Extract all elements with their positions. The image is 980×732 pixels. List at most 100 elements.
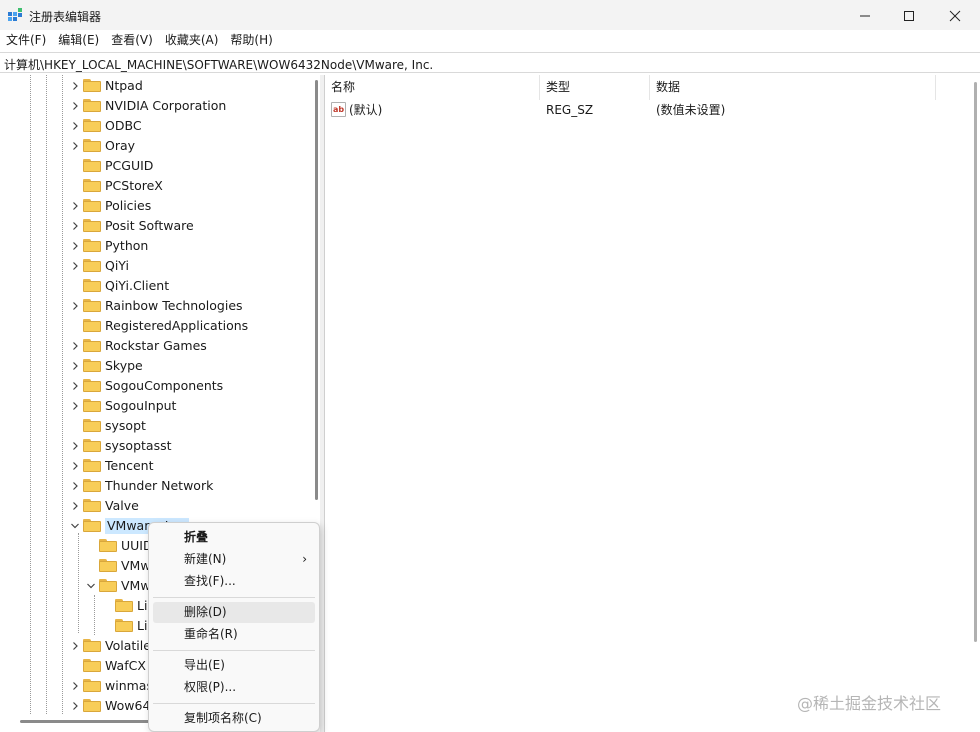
context-menu-item-label: 查找(F)... [184, 574, 236, 588]
menu-favorites[interactable]: 收藏夹(A) [159, 30, 225, 51]
folder-icon [83, 259, 101, 272]
folder-icon [83, 79, 101, 92]
address-path[interactable]: 计算机\HKEY_LOCAL_MACHINE\SOFTWARE\WOW6432N… [4, 56, 433, 73]
chevron-right-icon[interactable] [70, 78, 80, 94]
tree-item-label: RegisteredApplications [105, 318, 249, 333]
tree-item[interactable]: sysoptasst [0, 436, 300, 456]
tree-item[interactable]: SogouInput [0, 396, 300, 416]
value-data: (数值未设置) [656, 103, 726, 117]
chevron-right-icon[interactable] [70, 478, 80, 494]
folder-icon [83, 499, 101, 512]
tree-item[interactable]: QiYi [0, 256, 300, 276]
title-bar: 注册表编辑器 [0, 0, 980, 32]
tree-item-label: Posit Software [105, 218, 194, 233]
tree-item[interactable]: Thunder Network [0, 476, 300, 496]
value-type: REG_SZ [546, 103, 594, 117]
tree-item[interactable]: NVIDIA Corporation [0, 96, 300, 116]
tree-item[interactable]: Python [0, 236, 300, 256]
column-header-name[interactable]: 名称 [325, 75, 540, 100]
value-list[interactable]: 名称 类型 数据 ab (默认) REG_SZ (数值未设置) [324, 75, 980, 732]
chevron-right-icon[interactable] [70, 498, 80, 514]
tree-item[interactable]: ODBC [0, 116, 300, 136]
chevron-right-icon[interactable] [70, 458, 80, 474]
value-name: (默认) [349, 103, 383, 117]
chevron-right-icon[interactable] [70, 398, 80, 414]
column-header-type[interactable]: 类型 [540, 75, 650, 100]
context-menu-item[interactable]: 查找(F)... [153, 571, 315, 592]
context-menu-item[interactable]: 权限(P)... [153, 677, 315, 698]
tree-item[interactable]: Rockstar Games [0, 336, 300, 356]
chevron-right-icon[interactable] [70, 138, 80, 154]
chevron-right-icon[interactable] [70, 298, 80, 314]
context-menu-item[interactable]: 新建(N) › [153, 549, 315, 570]
chevron-down-icon[interactable] [86, 578, 96, 594]
menu-bar: 文件(F) 编辑(E) 查看(V) 收藏夹(A) 帮助(H) [0, 30, 980, 51]
folder-icon [83, 679, 101, 692]
tree-item[interactable]: SogouComponents [0, 376, 300, 396]
chevron-right-icon[interactable] [70, 358, 80, 374]
minimize-button[interactable] [842, 0, 888, 32]
tree-item[interactable]: Valve [0, 496, 300, 516]
context-menu-item[interactable]: 折叠 [153, 527, 315, 548]
tree-item[interactable]: Rainbow Technologies [0, 296, 300, 316]
tree-item[interactable]: Posit Software [0, 216, 300, 236]
chevron-right-icon[interactable] [70, 218, 80, 234]
list-scroll-thumb[interactable] [974, 82, 977, 642]
tree-item[interactable]: Tencent [0, 456, 300, 476]
chevron-down-icon[interactable] [70, 518, 80, 534]
tree-item-label: Policies [105, 198, 152, 213]
tree-item[interactable]: QiYi.Client [0, 276, 300, 296]
folder-icon [83, 299, 101, 312]
tree-item[interactable]: RegisteredApplications [0, 316, 300, 336]
folder-icon [83, 159, 101, 172]
folder-icon [83, 639, 101, 652]
tree-item[interactable]: PCStoreX [0, 176, 300, 196]
chevron-right-icon[interactable] [70, 678, 80, 694]
tree-item-label: Li [137, 598, 148, 613]
tree-item[interactable]: PCGUID [0, 156, 300, 176]
tree-item-label: SogouComponents [105, 378, 224, 393]
menu-edit[interactable]: 编辑(E) [52, 30, 105, 51]
chevron-right-icon[interactable] [70, 258, 80, 274]
folder-icon [83, 459, 101, 472]
tree-item[interactable]: Ntpad [0, 76, 300, 96]
chevron-right-icon[interactable] [70, 638, 80, 654]
minimize-icon [860, 15, 870, 17]
chevron-right-icon[interactable] [70, 118, 80, 134]
context-menu-item[interactable]: 导出(E) [153, 655, 315, 676]
context-menu-item[interactable]: 复制项名称(C) [153, 708, 315, 729]
tree-item-label: Valve [105, 498, 139, 513]
address-bar[interactable]: 计算机\HKEY_LOCAL_MACHINE\SOFTWARE\WOW6432N… [0, 52, 980, 73]
tree-scroll-thumb[interactable] [315, 80, 318, 500]
menu-view[interactable]: 查看(V) [105, 30, 159, 51]
chevron-right-icon[interactable] [70, 438, 80, 454]
string-value-icon: ab [331, 102, 346, 117]
close-button[interactable] [932, 0, 978, 32]
chevron-right-icon[interactable] [70, 98, 80, 114]
tree-hscroll-thumb[interactable] [20, 720, 150, 723]
folder-icon [83, 519, 101, 532]
tree-item[interactable]: Oray [0, 136, 300, 156]
context-menu-item[interactable]: 重命名(R) [153, 624, 315, 645]
chevron-right-icon[interactable] [70, 198, 80, 214]
menu-file[interactable]: 文件(F) [0, 30, 52, 51]
tree-item[interactable]: Skype [0, 356, 300, 376]
tree-item[interactable]: Policies [0, 196, 300, 216]
column-header-data[interactable]: 数据 [650, 75, 936, 100]
menu-help[interactable]: 帮助(H) [224, 30, 278, 51]
context-menu-item-label: 复制项名称(C) [184, 711, 262, 725]
chevron-right-icon[interactable] [70, 238, 80, 254]
chevron-right-icon[interactable] [70, 698, 80, 714]
tree-item-label: QiYi.Client [105, 278, 170, 293]
context-menu-item[interactable]: 删除(D) [153, 602, 315, 623]
value-row[interactable]: ab (默认) REG_SZ (数值未设置) [325, 99, 945, 121]
maximize-icon [904, 11, 914, 21]
menu-separator [153, 597, 315, 598]
tree-item[interactable]: sysopt [0, 416, 300, 436]
context-menu-item-label: 折叠 [184, 530, 209, 544]
chevron-right-icon[interactable] [70, 338, 80, 354]
tree-item-label: winmas [105, 678, 153, 693]
folder-icon [83, 659, 101, 672]
chevron-right-icon[interactable] [70, 378, 80, 394]
maximize-button[interactable] [886, 0, 932, 32]
